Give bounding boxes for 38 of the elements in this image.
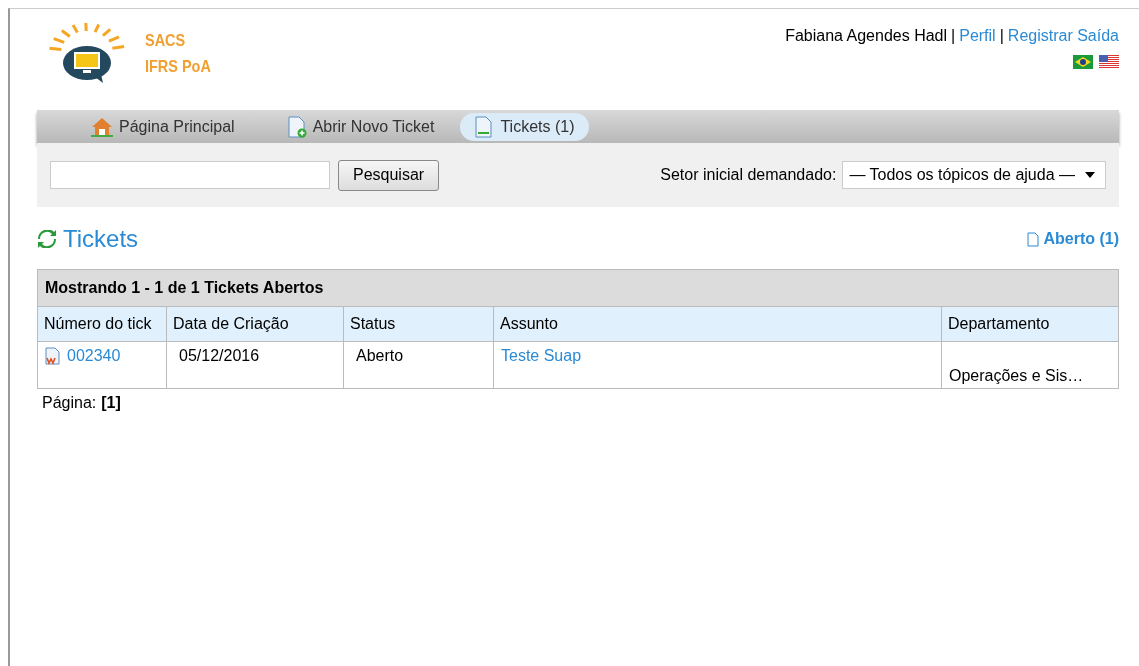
filter-label: Setor inicial demandado: <box>660 166 837 184</box>
table-cell: 05/12/2016 <box>166 341 344 389</box>
page-title: Tickets <box>63 225 139 253</box>
separator: | <box>999 27 1004 45</box>
document-icon <box>45 347 61 365</box>
user-name: Fabiana Agendes Hadl <box>785 27 948 45</box>
nav-tab[interactable]: Abrir Novo Ticket <box>272 112 449 141</box>
open-tickets-link[interactable]: Aberto (1) <box>1027 230 1119 248</box>
ticket-number-link[interactable]: 002340 <box>67 347 121 365</box>
nav-tab[interactable]: Página Principal <box>77 113 249 140</box>
search-field[interactable] <box>50 161 330 189</box>
topic-dropdown[interactable]: — Todos os tópicos de ajuda — <box>842 161 1106 189</box>
search-button[interactable]: Pesquisar <box>338 159 440 191</box>
column-header: Status <box>343 306 494 342</box>
logo-title: SACS <box>145 31 187 51</box>
document-icon <box>474 115 495 138</box>
table-caption: Mostrando 1 - 1 de 1 Tickets Abertos <box>37 269 1119 307</box>
add-document-icon <box>286 115 307 138</box>
column-header: Departamento <box>941 306 1119 342</box>
column-header: Data de Criação <box>166 306 344 342</box>
profile-link[interactable]: Perfil <box>959 27 996 45</box>
table-cell: Aberto <box>343 341 494 389</box>
house-icon <box>91 116 113 137</box>
document-icon <box>1027 231 1040 247</box>
separator: | <box>951 27 956 45</box>
column-header: Número do tick <box>37 306 167 342</box>
nav-tab[interactable]: Tickets (1) <box>460 112 589 141</box>
logout-link[interactable]: Registrar Saída <box>1007 27 1119 45</box>
current-page[interactable]: [1] <box>101 394 121 412</box>
flag-icon[interactable] <box>1073 55 1093 69</box>
subject-link[interactable]: Teste Suap <box>501 347 582 364</box>
pagination-label: Página: <box>42 394 97 412</box>
flag-icon[interactable] <box>1099 55 1119 69</box>
refresh-icon[interactable] <box>37 230 57 248</box>
caret-icon <box>1085 172 1095 178</box>
table-cell: Operações e Sis… <box>941 341 1119 389</box>
logo-subtitle: IFRS PoA <box>145 57 211 77</box>
column-header: Assunto <box>493 306 942 342</box>
